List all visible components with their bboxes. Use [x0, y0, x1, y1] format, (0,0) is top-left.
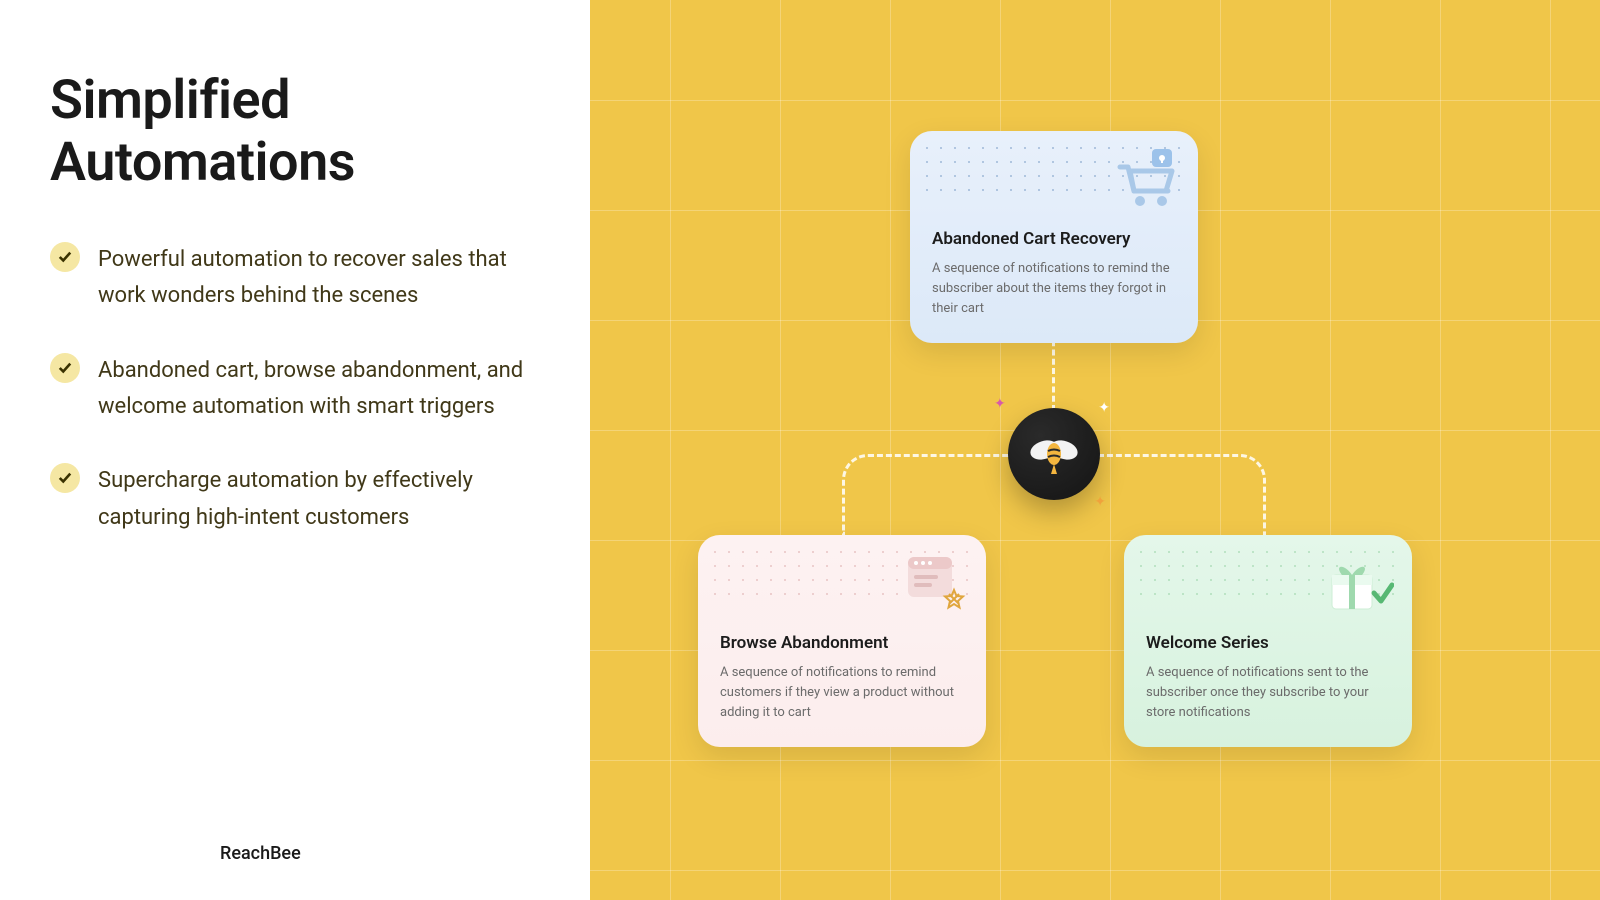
sparkle-icon: ✦ — [994, 396, 1006, 412]
bullet-list: Powerful automation to recover sales tha… — [50, 242, 540, 536]
sparkle-icon: ✦ — [1098, 400, 1110, 416]
bullet-text: Supercharge automation by effectively ca… — [98, 463, 540, 536]
slide: Simplified Automations Powerful automati… — [0, 0, 1600, 900]
brand-label: ReachBee — [220, 843, 301, 864]
bullet-item: Powerful automation to recover sales tha… — [50, 242, 540, 315]
bee-icon — [1026, 430, 1082, 478]
right-panel: Abandoned Cart Recovery A sequence of no… — [590, 0, 1600, 900]
check-icon — [50, 463, 80, 493]
bullet-item: Abandoned cart, browse abandonment, and … — [50, 353, 540, 426]
card-desc: A sequence of notifications to remind cu… — [720, 663, 964, 723]
card-title: Welcome Series — [1146, 633, 1390, 653]
browser-icon — [902, 553, 968, 617]
bee-hub-icon: ✦ ✦ ✦ — [1008, 408, 1100, 500]
bullet-text: Abandoned cart, browse abandonment, and … — [98, 353, 540, 426]
connector-line — [842, 454, 1010, 535]
card-title: Abandoned Cart Recovery — [932, 229, 1176, 249]
card-welcome-series: Welcome Series A sequence of notificatio… — [1124, 535, 1412, 747]
check-icon — [50, 242, 80, 272]
gift-icon — [1324, 553, 1394, 621]
cart-icon — [1114, 149, 1180, 213]
check-icon — [50, 353, 80, 383]
card-abandoned-cart: Abandoned Cart Recovery A sequence of no… — [910, 131, 1198, 343]
card-browse-abandonment: Browse Abandonment A sequence of notific… — [698, 535, 986, 747]
sparkle-icon: ✦ — [1094, 494, 1106, 510]
card-title: Browse Abandonment — [720, 633, 964, 653]
page-title: Simplified Automations — [50, 70, 540, 194]
card-desc: A sequence of notifications sent to the … — [1146, 663, 1390, 723]
card-desc: A sequence of notifications to remind th… — [932, 259, 1176, 319]
bullet-item: Supercharge automation by effectively ca… — [50, 463, 540, 536]
bullet-text: Powerful automation to recover sales tha… — [98, 242, 540, 315]
left-panel: Simplified Automations Powerful automati… — [0, 0, 590, 900]
connector-line — [1098, 454, 1266, 535]
